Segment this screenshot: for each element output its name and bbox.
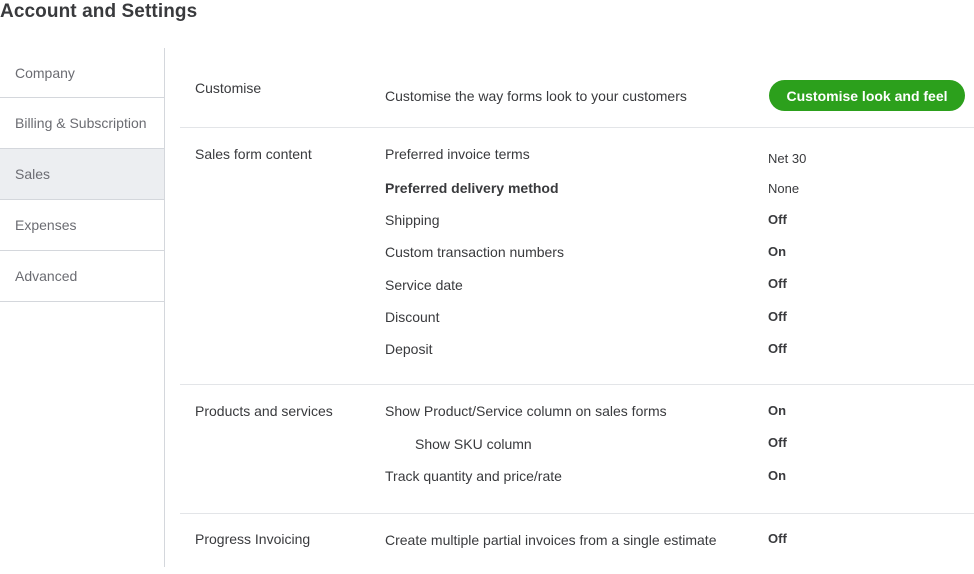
section-customise[interactable]: Customise Customise the way forms look t… bbox=[180, 48, 974, 128]
setting-label-preferred-invoice-terms: Preferred invoice terms bbox=[385, 146, 530, 162]
setting-label-create-partial-invoices: Create multiple partial invoices from a … bbox=[385, 532, 717, 548]
setting-label-shipping: Shipping bbox=[385, 212, 440, 228]
setting-value-custom-transaction-numbers: On bbox=[768, 244, 787, 259]
sidebar-item-billing-subscription[interactable]: Billing & Subscription bbox=[0, 98, 164, 149]
setting-value-preferred-invoice-terms: Net 30 bbox=[768, 151, 807, 166]
sidebar-item-sales[interactable]: Sales bbox=[0, 149, 164, 200]
setting-label-deposit: Deposit bbox=[385, 341, 433, 357]
setting-value-create-partial-invoices: Off bbox=[768, 531, 787, 546]
section-progress-invoicing[interactable]: Progress Invoicing Create multiple parti… bbox=[180, 514, 974, 574]
customise-look-and-feel-button[interactable]: Customise look and feel bbox=[769, 80, 965, 111]
setting-value-discount: Off bbox=[768, 309, 787, 324]
setting-label-preferred-delivery-method: Preferred delivery method bbox=[385, 180, 559, 196]
section-products-and-services[interactable]: Products and services Show Product/Servi… bbox=[180, 385, 974, 514]
setting-value-show-product-service-column: On bbox=[768, 403, 787, 418]
sidebar-item-company[interactable]: Company bbox=[0, 48, 164, 98]
setting-value-service-date: Off bbox=[768, 276, 787, 291]
setting-label-show-sku-column: Show SKU column bbox=[415, 436, 532, 452]
section-title-customise: Customise bbox=[195, 80, 262, 96]
settings-content: Customise Customise the way forms look t… bbox=[180, 48, 974, 574]
section-sales-form-content[interactable]: Sales form content Preferred invoice ter… bbox=[180, 128, 974, 385]
sidebar-item-expenses[interactable]: Expenses bbox=[0, 200, 164, 251]
page-title: Account and Settings bbox=[0, 1, 198, 22]
setting-label-custom-transaction-numbers: Custom transaction numbers bbox=[385, 244, 564, 260]
setting-label-discount: Discount bbox=[385, 309, 440, 325]
setting-label-track-quantity-price-rate: Track quantity and price/rate bbox=[385, 468, 562, 484]
section-title-progress-invoicing: Progress Invoicing bbox=[195, 531, 311, 547]
setting-value-track-quantity-price-rate: On bbox=[768, 468, 787, 483]
section-title-products-and-services: Products and services bbox=[195, 403, 333, 419]
sidebar-item-advanced[interactable]: Advanced bbox=[0, 251, 164, 302]
setting-value-shipping: Off bbox=[768, 212, 787, 227]
settings-sidebar: Company Billing & Subscription Sales Exp… bbox=[0, 48, 165, 567]
setting-value-show-sku-column: Off bbox=[768, 435, 787, 450]
setting-value-deposit: Off bbox=[768, 341, 787, 356]
customise-description: Customise the way forms look to your cus… bbox=[385, 88, 687, 104]
setting-label-show-product-service-column: Show Product/Service column on sales for… bbox=[385, 403, 667, 419]
setting-label-service-date: Service date bbox=[385, 277, 463, 293]
setting-value-preferred-delivery-method: None bbox=[768, 181, 800, 196]
section-title-sales-form-content: Sales form content bbox=[195, 146, 312, 162]
